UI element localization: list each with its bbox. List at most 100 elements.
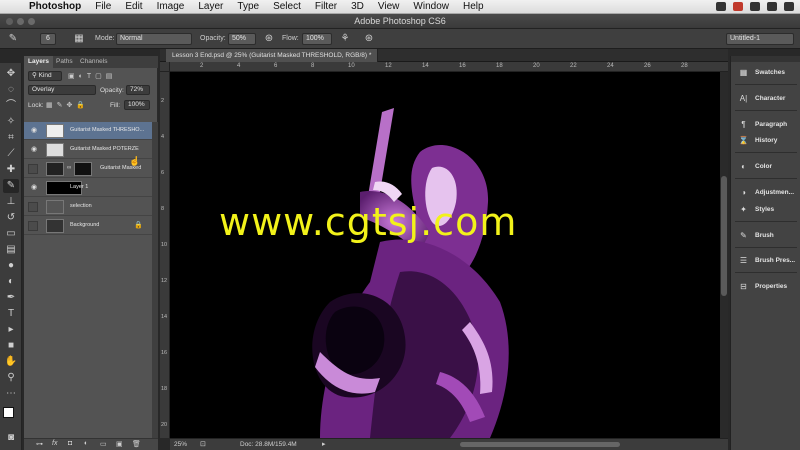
menu-3d[interactable]: 3D (344, 0, 371, 14)
menu-file[interactable]: File (88, 0, 118, 14)
new-layer-icon[interactable]: ▣ (116, 440, 123, 448)
adjustment-layer-icon[interactable]: ◐ (84, 440, 88, 447)
volume-icon[interactable] (784, 2, 794, 11)
pressure-size-icon[interactable]: ⊛ (362, 33, 376, 45)
tab-channels[interactable]: Channels (76, 56, 111, 68)
lock-icons[interactable]: ▦✎✥🔒 (46, 101, 89, 109)
healing-brush-tool-icon[interactable]: ✚ (3, 163, 19, 177)
path-selection-tool-icon[interactable]: ▸ (3, 323, 19, 337)
menu-layer[interactable]: Layer (191, 0, 230, 14)
zoom-tool-icon[interactable]: ⚲ (3, 371, 19, 385)
history-panel-button[interactable]: ⌛ History (731, 134, 800, 148)
color-panel-button[interactable]: ◐ Color (731, 160, 800, 174)
document-tab[interactable]: Lesson 3 End.psd @ 25% (Guitarist Masked… (166, 49, 379, 62)
more-tools-icon[interactable]: ⋯ (3, 387, 19, 401)
brush-tool-preset-icon[interactable]: ✎ (6, 33, 20, 45)
blend-mode-select[interactable]: Overlay (28, 85, 96, 95)
quick-mask-icon[interactable]: ◙ (3, 431, 19, 445)
flow-input[interactable]: 100% (302, 33, 332, 45)
layer-mask-thumbnail[interactable] (74, 162, 92, 176)
layers-scrollbar[interactable] (152, 122, 158, 438)
delete-layer-icon[interactable]: 🗑 (132, 440, 141, 448)
horizontal-ruler[interactable]: 2 4 6 8 10 12 14 16 18 20 22 24 26 28 (170, 62, 728, 72)
layer-row[interactable]: selection (24, 198, 152, 216)
move-tool-icon[interactable]: ✥ (3, 67, 19, 81)
visibility-eye-icon[interactable]: ◉ (30, 184, 38, 192)
status-icon[interactable] (750, 2, 760, 11)
shape-tool-icon[interactable]: ■ (3, 339, 19, 353)
layer-opacity-input[interactable]: 72% (126, 85, 150, 95)
marquee-tool-icon[interactable]: ◌ (3, 83, 19, 97)
layer-filter-kind-select[interactable]: ⚲ Kind (28, 71, 62, 81)
eraser-tool-icon[interactable]: ▭ (3, 227, 19, 241)
visibility-eye-icon[interactable]: ◉ (30, 127, 38, 135)
blur-tool-icon[interactable]: ● (3, 259, 19, 273)
status-icon[interactable] (733, 2, 743, 11)
link-layers-icon[interactable]: ⊶ (36, 440, 43, 448)
layer-row[interactable]: Background 🔒 (24, 217, 152, 235)
document-info-icon[interactable]: ⊡ (200, 440, 206, 448)
layer-row[interactable]: ◉ Layer 1 (24, 179, 152, 197)
canvas-vertical-scrollbar[interactable] (720, 72, 728, 438)
tab-layers[interactable]: Layers (24, 56, 53, 68)
new-group-icon[interactable]: ▭ (100, 440, 107, 448)
close-window-button[interactable] (6, 18, 13, 25)
lasso-tool-icon[interactable]: ⌒ (3, 99, 19, 113)
visibility-eye-icon[interactable]: ◉ (30, 146, 38, 154)
horizontal-scrollbar[interactable] (460, 442, 620, 447)
minimize-window-button[interactable] (17, 18, 24, 25)
layer-style-icon[interactable]: fx (52, 440, 57, 447)
menu-select[interactable]: Select (266, 0, 308, 14)
pressure-opacity-icon[interactable]: ⊛ (262, 33, 276, 45)
fill-input[interactable]: 100% (124, 100, 150, 110)
document-canvas[interactable]: www.cgtsj.com (170, 72, 720, 438)
adjustments-panel-button[interactable]: ◑ Adjustmen... (731, 186, 800, 200)
workspace-select[interactable]: Untitled-1 (726, 33, 794, 45)
menu-view[interactable]: View (371, 0, 407, 14)
gradient-tool-icon[interactable]: ▤ (3, 243, 19, 257)
mode-select[interactable]: Normal (116, 33, 192, 45)
menu-help[interactable]: Help (456, 0, 491, 14)
menu-type[interactable]: Type (230, 0, 266, 14)
history-brush-tool-icon[interactable]: ↺ (3, 211, 19, 225)
brush-size-picker[interactable]: 6 (40, 33, 56, 45)
quick-select-tool-icon[interactable]: ✧ (3, 115, 19, 129)
brush-presets-panel-button[interactable]: ☰ Brush Pres... (731, 254, 800, 268)
add-mask-icon[interactable]: ◘ (68, 440, 72, 447)
type-tool-icon[interactable]: T (3, 307, 19, 321)
scrollbar-thumb[interactable] (721, 176, 727, 296)
brush-panel-toggle-icon[interactable]: ▦ (72, 33, 86, 45)
menu-app[interactable]: Photoshop (22, 0, 88, 14)
properties-panel-button[interactable]: ⊟ Properties (731, 280, 800, 294)
menu-edit[interactable]: Edit (118, 0, 149, 14)
hand-tool-icon[interactable]: ✋ (3, 355, 19, 369)
foreground-color-swatch[interactable] (3, 407, 14, 418)
brush-tool-icon[interactable]: ✎ (3, 179, 19, 193)
airbrush-icon[interactable]: ⚘ (338, 33, 352, 45)
wifi-icon[interactable] (767, 2, 777, 11)
swatches-panel-button[interactable]: ▦ Swatches (731, 66, 800, 80)
mask-link-icon[interactable]: ∞ (67, 165, 71, 171)
status-menu-arrow-icon[interactable]: ▸ (322, 440, 326, 448)
ruler-origin[interactable] (160, 62, 170, 72)
clone-stamp-tool-icon[interactable]: ⊥ (3, 195, 19, 209)
menu-window[interactable]: Window (406, 0, 456, 14)
status-icon[interactable] (716, 2, 726, 11)
layer-row[interactable]: ◉ Guitarist Masked THRESHO... (24, 122, 152, 140)
paragraph-panel-button[interactable]: ¶ Paragraph (731, 118, 800, 132)
zoom-window-button[interactable] (28, 18, 35, 25)
dodge-tool-icon[interactable]: ◐ (3, 275, 19, 289)
zoom-level[interactable]: 25% (174, 441, 187, 448)
visibility-toggle-empty[interactable] (28, 221, 38, 231)
styles-panel-button[interactable]: ✦ Styles (731, 203, 800, 217)
visibility-toggle-empty[interactable] (28, 164, 38, 174)
brush-panel-button[interactable]: ✎ Brush (731, 229, 800, 243)
pen-tool-icon[interactable]: ✒ (3, 291, 19, 305)
crop-tool-icon[interactable]: ⌗ (3, 131, 19, 145)
opacity-input[interactable]: 50% (228, 33, 256, 45)
vertical-ruler[interactable]: 2 4 6 8 10 12 14 16 18 20 (160, 72, 170, 438)
menu-image[interactable]: Image (150, 0, 192, 14)
eyedropper-tool-icon[interactable]: ⟋ (3, 147, 19, 161)
layer-filter-icons[interactable]: ▣◐T▢▤ (68, 72, 116, 80)
character-panel-button[interactable]: A| Character (731, 92, 800, 106)
